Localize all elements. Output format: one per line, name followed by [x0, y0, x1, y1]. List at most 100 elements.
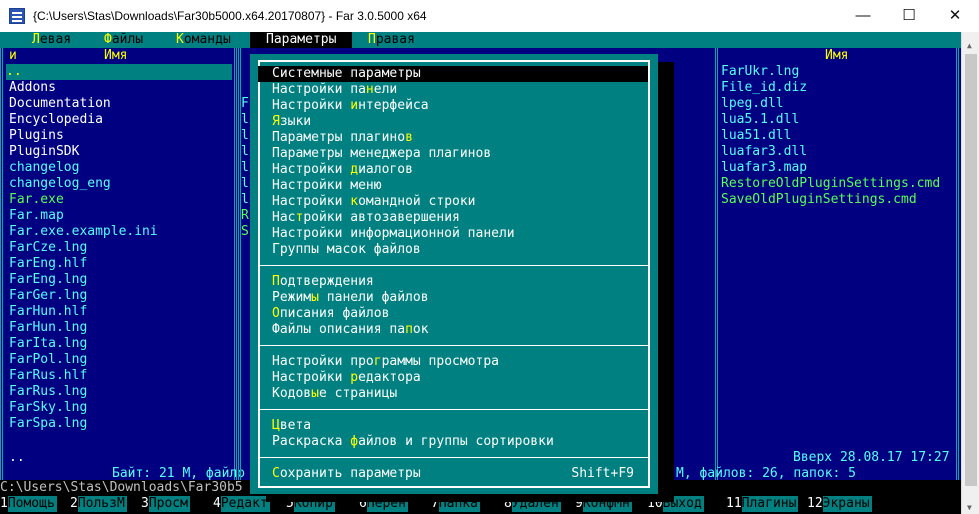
left-panel-file-row[interactable]: FarSky.lng — [9, 400, 87, 416]
left-panel-file-row[interactable]: FarHun.lng — [9, 320, 87, 336]
dropdown-item[interactable]: Системные параметры — [258, 66, 648, 82]
menu-item-2[interactable]: Команды — [160, 32, 247, 48]
menu-item-1[interactable]: Файлы — [88, 32, 159, 48]
menu-item-hotkey: П — [266, 32, 274, 47]
middle-panel-file-row[interactable]: l — [241, 112, 249, 128]
left-panel-file-row[interactable]: FarIta.lng — [9, 336, 87, 352]
dropdown-item-text: одтверждения — [279, 274, 374, 289]
dropdown-item[interactable]: Настройки командной строки — [258, 194, 648, 210]
right-panel-file-row[interactable]: lpeg.dll — [721, 96, 784, 112]
left-panel-file-row[interactable]: Far.exe — [9, 192, 64, 208]
dropdown-item[interactable]: Настройки программы просмотра — [258, 354, 648, 370]
left-panel-file-row[interactable]: FarRus.hlf — [9, 368, 87, 384]
dropdown-item-hotkey: м — [311, 66, 319, 81]
left-panel-file-row[interactable]: Documentation — [9, 96, 111, 112]
dropdown-item[interactable]: Настройки диалогов — [258, 162, 648, 178]
close-button[interactable]: ✕ — [932, 0, 978, 32]
dropdown-item[interactable]: Раскраска файлов и группы сортировки — [258, 434, 648, 450]
middle-panel-file-row[interactable]: l — [241, 192, 249, 208]
middle-panel-file-row[interactable]: S — [241, 224, 249, 240]
scroll-up-arrow-icon[interactable]: ▲ — [967, 38, 972, 54]
right-panel-file-row[interactable]: SaveOldPluginSettings.cmd — [721, 192, 917, 208]
left-panel-file-row[interactable]: FarRus.lng — [9, 384, 87, 400]
dropdown-item[interactable]: Настройки автозавершения — [258, 210, 648, 226]
middle-panel-file-row[interactable]: l — [241, 160, 249, 176]
right-panel-file-row[interactable]: luafar3.map — [721, 160, 807, 176]
dropdown-item[interactable]: Подтверждения — [258, 274, 648, 290]
title-bar: {C:\Users\Stas\Downloads\Far30b5000.x64.… — [0, 0, 979, 32]
middle-panel-file-row[interactable]: l — [241, 176, 249, 192]
middle-panel-file-row[interactable]: l — [241, 144, 249, 160]
left-panel-file-row[interactable]: PluginSDK — [9, 144, 79, 160]
dropdown-item-text: ели — [373, 82, 398, 97]
left-panel-file-row[interactable]: FarCze.lng — [9, 240, 87, 256]
left-panel-file-row[interactable]: changelog_eng — [9, 176, 111, 192]
dropdown-separator — [258, 409, 648, 410]
dropdown-item-text: вета — [279, 418, 312, 433]
dropdown-item[interactable]: Параметры менеджера плагинов — [258, 146, 648, 162]
fkey-2-button[interactable]: 2ПользМ — [70, 496, 127, 514]
left-panel-file-row[interactable]: changelog — [9, 160, 79, 176]
middle-panel-file-row[interactable]: R — [241, 208, 249, 224]
dropdown-item-text: нтерфейса — [358, 98, 429, 113]
dropdown-item[interactable]: Режимы панели файлов — [258, 290, 648, 306]
fkey-4-button[interactable]: 4Редакт — [213, 496, 270, 514]
middle-panel-file-row[interactable]: l — [241, 128, 249, 144]
dropdown-item[interactable]: Настройки меню — [258, 178, 648, 194]
dropdown-item[interactable]: Настройки информационной панели — [258, 226, 648, 242]
dropdown-item[interactable]: Группы масок файлов — [258, 242, 648, 258]
dropdown-item-text: Режим — [272, 290, 312, 305]
left-panel-file-row[interactable]: Plugins — [9, 128, 64, 144]
dropdown-item[interactable]: Цвета — [258, 418, 648, 434]
dropdown-item-text: панели файлов — [318, 290, 429, 305]
dropdown-item[interactable]: Настройки интерфейса — [258, 98, 648, 114]
dropdown-item[interactable]: Параметры плагинов — [258, 130, 648, 146]
right-panel-file-row[interactable]: lua5.1.dll — [721, 112, 799, 128]
dropdown-separator — [258, 265, 648, 266]
menu-item-3[interactable]: Параметры — [250, 32, 353, 48]
menu-item-label: евая — [39, 32, 72, 47]
window-title: {C:\Users\Stas\Downloads\Far30b5000.x64.… — [33, 9, 427, 23]
menu-item-4[interactable]: Правая — [352, 32, 431, 48]
dropdown-item-hotkey: и — [350, 98, 359, 113]
right-panel-file-row[interactable]: lua51.dll — [721, 128, 791, 144]
dropdown-item[interactable]: Языки — [258, 114, 648, 130]
left-panel-cursor-item[interactable]: .. — [6, 64, 232, 80]
fkey-1-button[interactable]: 1Помощь — [0, 496, 57, 514]
dropdown-item[interactable]: Описания файлов — [258, 306, 648, 322]
right-panel-file-row[interactable]: RestoreOldPluginSettings.cmd — [721, 176, 940, 192]
left-panel-file-row[interactable]: FarHun.hlf — [9, 304, 87, 320]
left-panel-file-row[interactable]: FarEng.lng — [9, 272, 87, 288]
right-panel-file-row[interactable]: FarUkr.lng — [721, 64, 799, 80]
left-panel-file-row[interactable]: Addons — [9, 80, 56, 96]
menu-item-0[interactable]: Левая — [16, 32, 87, 48]
left-panel-file-row[interactable]: Far.map — [9, 208, 64, 224]
scrollbar-thumb[interactable] — [965, 54, 977, 486]
left-panel-file-row[interactable]: FarEng.hlf — [9, 256, 87, 272]
middle-panel-file-row[interactable]: F — [241, 96, 249, 112]
menu-item-label: айлы — [111, 32, 144, 47]
fkey-11-button[interactable]: 11Плагины — [726, 496, 799, 514]
left-panel-file-row[interactable]: FarPol.lng — [9, 352, 87, 368]
dropdown-item[interactable]: Настройки редактора — [258, 370, 648, 386]
vertical-scrollbar[interactable]: ▲ ▼ — [961, 32, 979, 514]
right-panel-file-row[interactable]: luafar3.dll — [721, 144, 807, 160]
minimize-button[interactable]: — — [840, 0, 886, 32]
fkey-12-button[interactable]: 12Экраны — [807, 496, 872, 514]
left-panel-file-row[interactable]: FarGer.lng — [9, 288, 87, 304]
scroll-down-arrow-icon[interactable]: ▼ — [967, 500, 972, 514]
far-app-icon[interactable] — [9, 8, 25, 24]
dropdown-item[interactable]: Настройки панели — [258, 82, 648, 98]
right-panel-file-row[interactable]: File_id.diz — [721, 80, 807, 96]
dropdown-item-hotkey: н — [365, 82, 374, 97]
fkey-3-button[interactable]: 3Просм — [141, 496, 190, 514]
left-panel-file-row[interactable]: Far.exe.example.ini — [9, 224, 158, 240]
left-panel-file-row[interactable]: Encyclopedia — [9, 112, 103, 128]
left-panel-file-row[interactable]: FarSpa.lng — [9, 416, 87, 432]
dropdown-item[interactable]: Сохранить параметры Shift+F9 — [258, 466, 648, 482]
fkey-label: Плагины — [741, 496, 799, 512]
dropdown-item[interactable]: Кодовые страницы — [258, 386, 648, 402]
dropdown-item[interactable]: Файлы описания папок — [258, 322, 648, 338]
maximize-button[interactable]: ☐ — [886, 0, 932, 32]
dropdown-item-text: Настройки про — [272, 354, 374, 369]
